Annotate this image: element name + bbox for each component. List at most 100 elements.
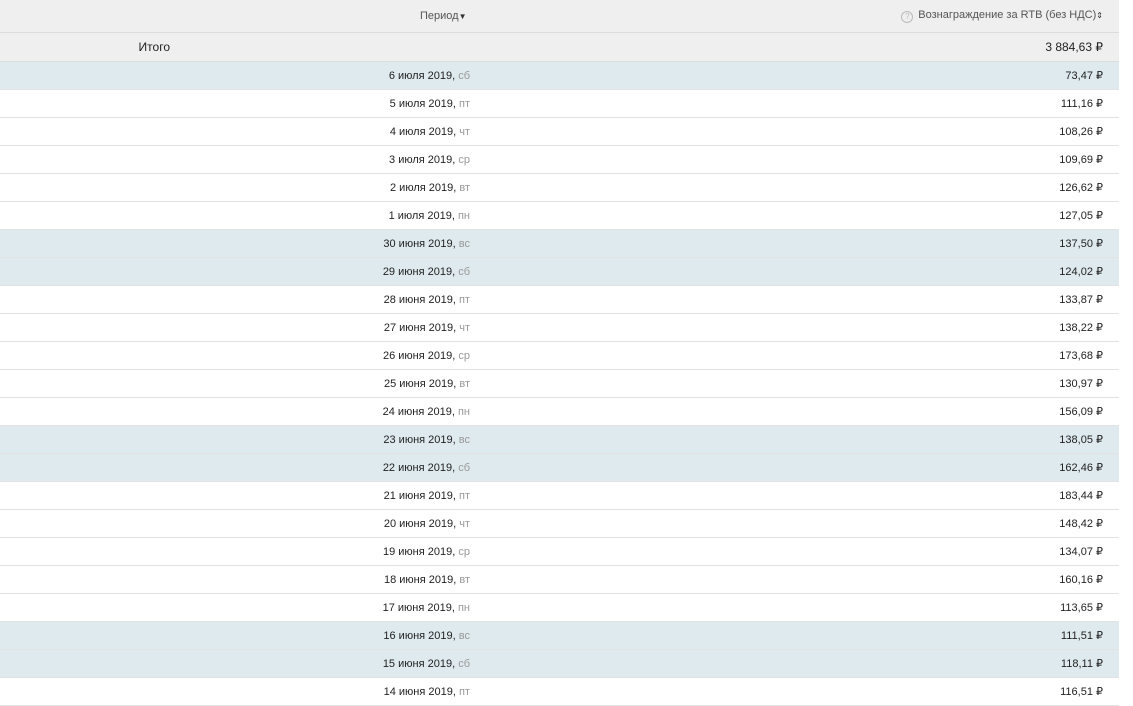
- sort-icon[interactable]: ⇕: [1096, 11, 1103, 20]
- reward-cell: 138,22 ₽: [1059, 322, 1103, 334]
- date-text: 19 июня 2019: [383, 545, 453, 558]
- period-column-header[interactable]: Период▼: [140, 10, 467, 22]
- reward-cell: 133,87 ₽: [1059, 294, 1103, 306]
- date-text: 26 июня 2019: [383, 349, 453, 362]
- reward-cell: 138,05 ₽: [1059, 434, 1103, 446]
- date-text: 23 июня 2019: [383, 433, 453, 446]
- table-row: 22 июня 2019, сб 162,46 ₽: [0, 454, 1119, 482]
- weekday-text: чт: [459, 125, 470, 138]
- period-cell: 28 июня 2019, пт: [383, 293, 470, 306]
- period-cell: 30 июня 2019, вс: [383, 237, 470, 250]
- reward-cell: 173,68 ₽: [1059, 350, 1103, 362]
- reward-cell: 183,44 ₽: [1059, 490, 1103, 502]
- period-cell: 27 июня 2019, чт: [383, 321, 470, 334]
- weekday-text: сб: [458, 657, 470, 670]
- reward-cell: 162,46 ₽: [1059, 462, 1103, 474]
- weekday-text: вт: [459, 573, 470, 586]
- date-text: 22 июня 2019: [382, 461, 453, 474]
- weekday-text: пн: [457, 405, 470, 418]
- weekday-text: вс: [458, 629, 470, 642]
- period-cell: 23 июня 2019, вс: [383, 433, 470, 446]
- period-cell: 24 июня 2019, пн: [382, 405, 470, 418]
- period-cell: 1 июля 2019, пн: [388, 209, 470, 222]
- period-cell: 22 июня 2019, сб: [382, 461, 470, 474]
- weekday-text: пн: [457, 601, 470, 614]
- date-text: 17 июня 2019: [382, 601, 452, 614]
- stats-table: Период▼ ? Вознаграждение за RTB (без НДС)…: [0, 0, 1119, 706]
- table-row: 28 июня 2019, пт 133,87 ₽: [0, 286, 1119, 314]
- period-cell: 16 июня 2019, вс: [383, 629, 470, 642]
- reward-cell: 126,62 ₽: [1059, 182, 1103, 194]
- period-cell: 14 июня 2019, пт: [383, 685, 470, 698]
- period-cell: 17 июня 2019, пн: [382, 601, 470, 614]
- reward-cell: 111,51 ₽: [1060, 630, 1103, 642]
- date-text: 1 июля 2019: [388, 209, 452, 222]
- period-cell: 19 июня 2019, ср: [383, 545, 470, 558]
- reward-cell: 134,07 ₽: [1059, 546, 1103, 558]
- table-row: 20 июня 2019, чт 148,42 ₽: [0, 510, 1119, 538]
- reward-cell: 127,05 ₽: [1059, 210, 1103, 222]
- weekday-text: вс: [458, 237, 470, 250]
- weekday-text: чт: [459, 517, 470, 530]
- reward-header-label: Вознаграждение за RTB (без НДС): [918, 9, 1097, 21]
- period-cell: 29 июня 2019, сб: [382, 265, 470, 278]
- reward-cell: 108,26 ₽: [1059, 126, 1103, 138]
- period-cell: 26 июня 2019, ср: [383, 349, 470, 362]
- weekday-text: вс: [458, 433, 470, 446]
- reward-cell: 73,47 ₽: [1065, 70, 1103, 82]
- reward-cell: 130,97 ₽: [1059, 378, 1103, 390]
- period-cell: 4 июля 2019, чт: [389, 125, 470, 138]
- date-text: 20 июня 2019: [383, 517, 454, 530]
- table-row: 23 июня 2019, вс 138,05 ₽: [0, 426, 1119, 454]
- weekday-text: вт: [459, 181, 470, 194]
- reward-cell: 160,16 ₽: [1059, 574, 1103, 586]
- reward-cell: 109,69 ₽: [1059, 154, 1103, 166]
- date-text: 14 июня 2019: [383, 685, 453, 698]
- date-text: 27 июня 2019: [383, 321, 454, 334]
- table-row: 18 июня 2019, вт 160,16 ₽: [0, 566, 1119, 594]
- total-label: Итого: [138, 40, 170, 54]
- reward-cell: 156,09 ₽: [1059, 406, 1103, 418]
- table-body: 6 июля 2019, сб 73,47 ₽ 5 июля 2019, пт …: [0, 62, 1119, 706]
- table-row: 5 июля 2019, пт 111,16 ₽: [0, 90, 1119, 118]
- weekday-text: чт: [459, 321, 470, 334]
- date-text: 5 июля 2019: [389, 97, 453, 110]
- table-row: 1 июля 2019, пн 127,05 ₽: [0, 202, 1119, 230]
- reward-cell: 148,42 ₽: [1059, 518, 1103, 530]
- table-row: 30 июня 2019, вс 137,50 ₽: [0, 230, 1119, 258]
- table-row: 2 июля 2019, вт 126,62 ₽: [0, 174, 1119, 202]
- table-row: 17 июня 2019, пн 113,65 ₽: [0, 594, 1119, 622]
- reward-cell: 118,11 ₽: [1060, 658, 1103, 670]
- period-cell: 15 июня 2019, сб: [382, 657, 470, 670]
- weekday-text: пн: [457, 209, 470, 222]
- period-cell: 18 июня 2019, вт: [383, 573, 470, 586]
- weekday-text: пт: [459, 685, 470, 698]
- table-row: 25 июня 2019, вт 130,97 ₽: [0, 370, 1119, 398]
- sort-desc-icon[interactable]: ▼: [459, 12, 467, 21]
- table-row: 15 июня 2019, сб 118,11 ₽: [0, 650, 1119, 678]
- reward-cell: 113,65 ₽: [1060, 602, 1103, 614]
- date-text: 29 июня 2019: [382, 265, 453, 278]
- weekday-text: ср: [458, 153, 470, 166]
- period-cell: 25 июня 2019, вт: [383, 377, 470, 390]
- weekday-text: пт: [459, 97, 470, 110]
- reward-cell: 124,02 ₽: [1059, 266, 1103, 278]
- table-row: 3 июля 2019, ср 109,69 ₽: [0, 146, 1119, 174]
- help-icon[interactable]: ?: [901, 11, 914, 23]
- date-text: 25 июня 2019: [383, 377, 454, 390]
- weekday-text: сб: [458, 69, 470, 82]
- table-row: 21 июня 2019, пт 183,44 ₽: [0, 482, 1119, 510]
- table-row: 24 июня 2019, пн 156,09 ₽: [0, 398, 1119, 426]
- table-header: Период▼ ? Вознаграждение за RTB (без НДС)…: [0, 0, 1119, 33]
- reward-cell: 137,50 ₽: [1059, 238, 1103, 250]
- period-cell: 3 июля 2019, ср: [389, 153, 470, 166]
- table-row: 4 июля 2019, чт 108,26 ₽: [0, 118, 1119, 146]
- reward-column-header[interactable]: ? Вознаграждение за RTB (без НДС)⇕: [467, 9, 1119, 23]
- date-text: 28 июня 2019: [383, 293, 453, 306]
- date-text: 30 июня 2019: [383, 237, 453, 250]
- period-cell: 21 июня 2019, пт: [383, 489, 470, 502]
- total-value: 3 884,63 ₽: [1045, 40, 1103, 54]
- reward-cell: 116,51 ₽: [1060, 686, 1103, 698]
- period-cell: 6 июля 2019, сб: [388, 69, 470, 82]
- table-row: 6 июля 2019, сб 73,47 ₽: [0, 62, 1119, 90]
